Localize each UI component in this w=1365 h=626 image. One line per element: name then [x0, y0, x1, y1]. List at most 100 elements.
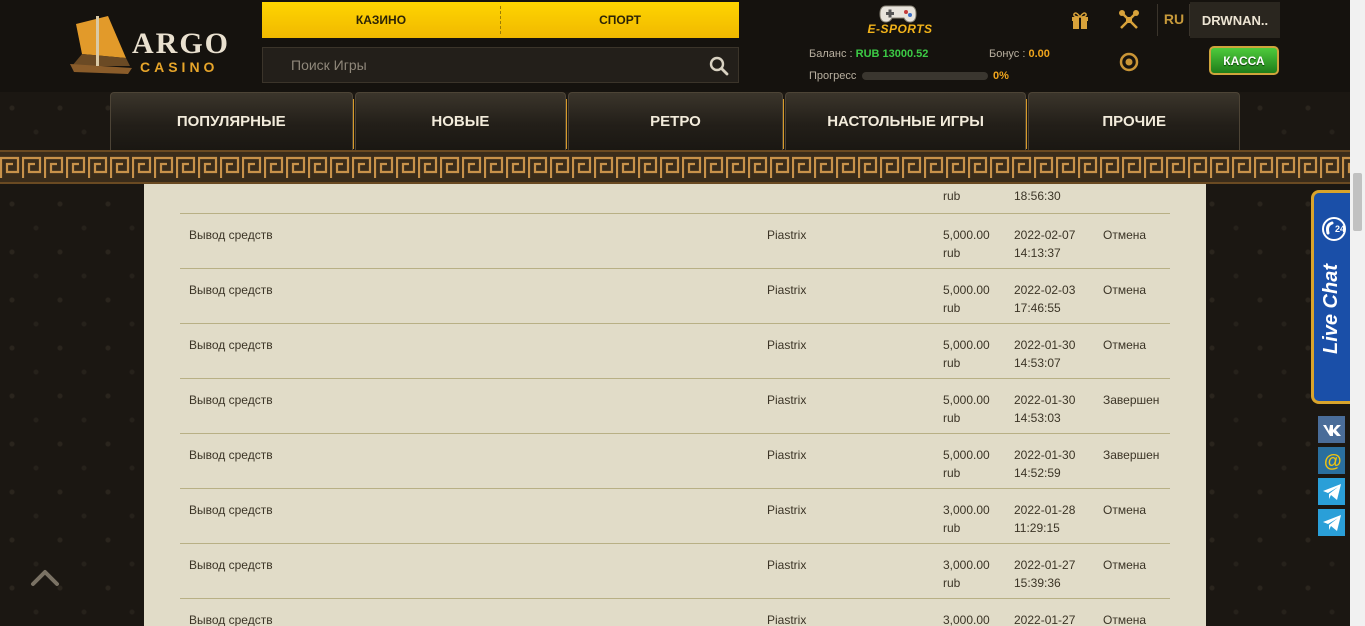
greek-key-border	[0, 150, 1350, 184]
search-icon[interactable]	[709, 56, 729, 76]
progress-percent: 0%	[993, 70, 1009, 82]
transaction-date: 2022-01-30	[1014, 448, 1076, 462]
category-tab-table-games[interactable]: НАСТОЛЬНЫЕ ИГРЫ	[784, 92, 1027, 150]
transaction-date: 2022-01-30	[1014, 393, 1076, 407]
payment-system: Piastrix	[767, 338, 807, 352]
ship-logo-icon	[70, 16, 132, 74]
refresh-icon[interactable]	[1119, 52, 1139, 72]
email-link[interactable]: @	[1318, 447, 1345, 474]
telegram-icon	[1322, 514, 1341, 531]
transactions-panel: rub 18:56:30 Вывод средств Piastrix 5,00…	[144, 184, 1206, 626]
payment-system: Piastrix	[767, 558, 807, 572]
balance-value: RUB 13000.52	[855, 48, 929, 60]
payment-system: Piastrix	[767, 503, 807, 517]
amount-value: 3,000.00	[943, 503, 990, 517]
argo-casino-logo[interactable]: ARGO CASINO	[68, 12, 238, 82]
tools-icon[interactable]	[1118, 9, 1140, 31]
amount-value: 5,000.00	[943, 448, 990, 462]
nav-tab-casino[interactable]: КАЗИНО	[262, 2, 500, 38]
transaction-amount: 5,000.00 rub	[943, 391, 1003, 427]
transaction-amount: 5,000.00 rub	[943, 281, 1003, 317]
amount-unit: rub	[943, 521, 961, 535]
transaction-datetime: 2022-01-30 14:53:03	[1014, 391, 1094, 427]
telegram-link[interactable]	[1318, 478, 1345, 505]
payment-system: Piastrix	[767, 393, 807, 407]
amount-unit: rub	[943, 301, 961, 315]
amount-value: 5,000.00	[943, 228, 990, 242]
payment-system: Piastrix	[767, 283, 807, 297]
table-row: Вывод средств Piastrix 3,000.00 rub 2022-…	[180, 489, 1170, 544]
transaction-date: 2022-01-27	[1014, 558, 1076, 572]
transaction-time: 14:53:03	[1014, 411, 1061, 425]
gamepad-icon	[879, 5, 917, 23]
transaction-amount: 5,000.00 rub	[943, 446, 1003, 482]
gift-icon[interactable]	[1070, 10, 1090, 30]
transaction-time: 17:46:55	[1014, 301, 1061, 315]
cashier-button[interactable]: КАССА	[1209, 46, 1279, 75]
transaction-type: Вывод средств	[189, 558, 273, 572]
table-row: Вывод средств Piastrix 3,000.00rub 2022-…	[180, 599, 1170, 626]
progress-bar	[862, 72, 988, 80]
transaction-type: Вывод средств	[189, 338, 273, 352]
game-search	[262, 47, 739, 83]
bonus-label: Бонус :	[989, 48, 1026, 60]
search-input[interactable]	[263, 48, 703, 82]
amount-unit: rub	[943, 411, 961, 425]
transaction-status: Отмена	[1103, 338, 1147, 352]
live-chat-button[interactable]: 24 Live Chat	[1311, 190, 1351, 404]
top-navigation: КАЗИНО СПОРТ	[262, 2, 739, 38]
amount-unit: rub	[943, 576, 961, 590]
transaction-datetime: 2022-01-27	[1014, 611, 1094, 626]
table-row: Вывод средств Piastrix 5,000.00 rub 2022-…	[180, 434, 1170, 489]
transaction-datetime: 2022-01-30 14:53:07	[1014, 336, 1094, 372]
table-row: Вывод средств Piastrix 5,000.00 rub 2022-…	[180, 379, 1170, 434]
logo-brand-text: ARGO	[132, 27, 230, 60]
scroll-to-top-icon[interactable]	[30, 566, 60, 588]
table-row: Вывод средств Piastrix 5,000.00 rub 2022-…	[180, 214, 1170, 269]
esports-link[interactable]: E-SPORTS	[862, 2, 936, 38]
amount-unit: rub	[943, 466, 961, 480]
amount-value: 5,000.00	[943, 338, 990, 352]
support-badge: 24	[1335, 224, 1345, 234]
transaction-status: Отмена	[1103, 228, 1147, 242]
transaction-datetime: 2022-01-30 14:52:59	[1014, 446, 1094, 482]
payment-system: Piastrix	[767, 228, 807, 242]
progress-label: Прогресс	[809, 70, 857, 82]
transaction-date: 2022-02-07	[1014, 228, 1076, 242]
mail-icon: @	[1324, 451, 1342, 471]
transaction-status: Отмена	[1103, 503, 1147, 517]
transaction-time: 18:56:30	[1014, 189, 1061, 203]
transaction-type: Вывод средств	[189, 503, 273, 517]
amount-unit: rub	[943, 246, 961, 260]
page-scrollbar[interactable]	[1350, 0, 1365, 626]
nav-tab-sport[interactable]: СПОРТ	[501, 2, 739, 38]
transaction-amount: 3,000.00rub	[943, 611, 1003, 626]
scrollbar-thumb[interactable]	[1353, 173, 1362, 231]
amount-unit: rub	[943, 356, 961, 370]
transaction-time: 14:52:59	[1014, 466, 1061, 480]
category-tab-other[interactable]: ПРОЧИЕ	[1028, 92, 1240, 150]
live-chat-label: Live Chat	[1320, 263, 1342, 355]
transaction-datetime: 2022-02-07 14:13:37	[1014, 226, 1094, 262]
category-tab-new[interactable]: НОВЫЕ	[354, 92, 567, 150]
telegram-link[interactable]	[1318, 509, 1345, 536]
table-row: Вывод средств Piastrix 5,000.00 rub 2022-…	[180, 269, 1170, 324]
transaction-date: 2022-01-30	[1014, 338, 1076, 352]
game-categories: ПОПУЛЯРНЫЕ НОВЫЕ РЕТРО НАСТОЛЬНЫЕ ИГРЫ П…	[110, 92, 1242, 150]
table-row: rub 18:56:30	[180, 184, 1170, 214]
bonus-value: 0.00	[1028, 48, 1050, 60]
telegram-icon	[1322, 483, 1341, 500]
transaction-amount: 5,000.00 rub	[943, 226, 1003, 262]
username-button[interactable]: DRWNAN..	[1190, 2, 1280, 38]
transaction-type: Вывод средств	[189, 283, 273, 297]
transaction-datetime: 2022-02-03 17:46:55	[1014, 281, 1094, 317]
payment-system: Piastrix	[767, 448, 807, 462]
transaction-time: 15:39:36	[1014, 576, 1061, 590]
transaction-status: Отмена	[1103, 558, 1147, 572]
category-tab-popular[interactable]: ПОПУЛЯРНЫЕ	[110, 92, 354, 150]
language-selector[interactable]: RU	[1158, 0, 1190, 38]
amount-value: 3,000.00	[943, 613, 990, 626]
vk-link[interactable]	[1318, 416, 1345, 443]
category-tab-retro[interactable]: РЕТРО	[568, 92, 784, 150]
transaction-date: 2022-01-28	[1014, 503, 1076, 517]
